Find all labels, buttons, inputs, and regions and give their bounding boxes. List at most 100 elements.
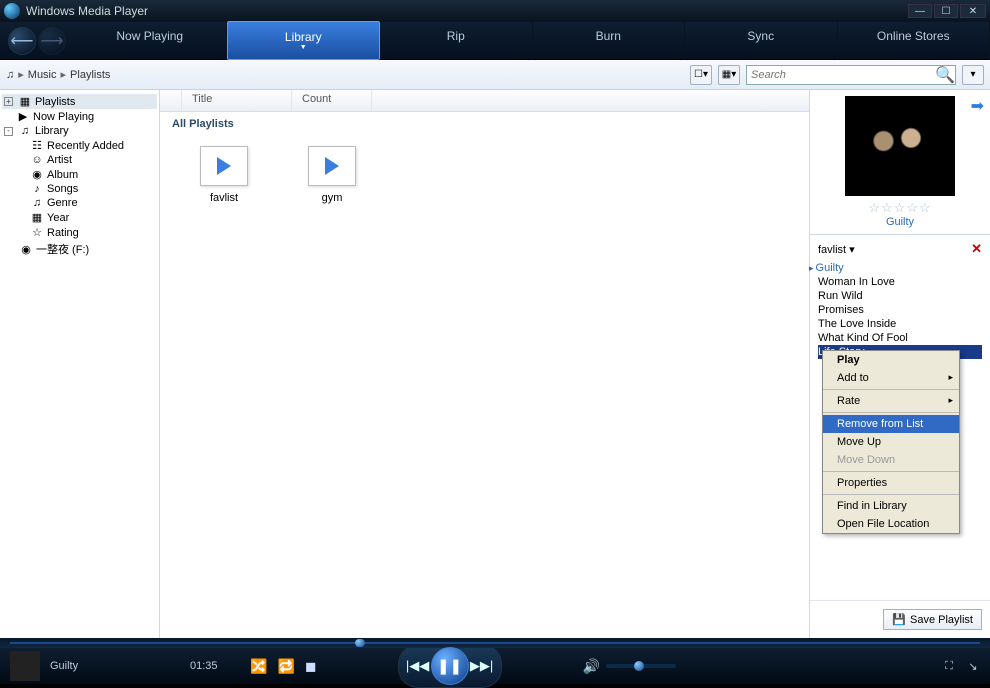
track-item[interactable]: The Love Inside: [818, 317, 982, 331]
maximize-button[interactable]: ☐: [934, 4, 958, 18]
breadcrumb[interactable]: ♫ ▸ Music ▸ Playlists: [6, 68, 110, 81]
repeat-button[interactable]: 🔁: [277, 658, 294, 675]
menu-properties[interactable]: Properties: [823, 474, 959, 492]
sidebar-item-artist[interactable]: ☺Artist: [2, 153, 157, 167]
menu-play[interactable]: Play: [823, 351, 959, 369]
tab-burn[interactable]: Burn: [533, 21, 686, 60]
play-pause-button[interactable]: ❚❚: [431, 647, 469, 685]
layout-button[interactable]: ☐▾: [690, 65, 712, 85]
volume-thumb[interactable]: [634, 661, 644, 671]
seek-thumb[interactable]: [355, 639, 365, 647]
sidebar-item-label: Recently Added: [47, 140, 124, 152]
rating-stars[interactable]: ☆☆☆☆☆: [816, 200, 984, 216]
tree-icon: ♫: [18, 125, 32, 137]
sidebar-item-label: Now Playing: [33, 111, 94, 123]
sidebar-item-genre[interactable]: ♫Genre: [2, 196, 157, 210]
column-title[interactable]: Title: [182, 90, 292, 111]
sidebar-item-year[interactable]: ▦Year: [2, 210, 157, 225]
search-icon[interactable]: 🔍: [935, 65, 955, 85]
sidebar-item-rating[interactable]: ☆Rating: [2, 225, 157, 240]
column-headers: Title Count: [160, 90, 809, 112]
sidebar-item--f-[interactable]: ◉一整夜 (F:): [2, 240, 157, 258]
sidebar-item-now-playing[interactable]: ▶Now Playing: [2, 109, 157, 124]
sidebar-item-label: Playlists: [35, 96, 75, 108]
menu-find-in-library[interactable]: Find in Library: [823, 497, 959, 515]
sidebar-item-songs[interactable]: ♪Songs: [2, 182, 157, 196]
menu-remove-from-list[interactable]: Remove from List: [823, 415, 959, 433]
menu-open-file-location[interactable]: Open File Location: [823, 515, 959, 533]
shuffle-button[interactable]: 🔀: [250, 658, 267, 675]
menu-add-to[interactable]: Add to: [823, 369, 959, 387]
sidebar-item-library[interactable]: -♫Library: [2, 124, 157, 138]
sidebar-item-recently-added[interactable]: ☷Recently Added: [2, 138, 157, 153]
close-button[interactable]: ✕: [960, 4, 986, 18]
track-item[interactable]: Promises: [818, 303, 982, 317]
chevron-right-icon: ▸: [18, 68, 24, 81]
save-playlist-label: Save Playlist: [910, 614, 973, 626]
navbar: ⟵ ⟶ Now PlayingLibrary▼RipBurnSyncOnline…: [0, 22, 990, 60]
clear-playlist-icon[interactable]: ✕: [971, 241, 982, 257]
minimize-button[interactable]: —: [908, 4, 932, 18]
save-icon: 💾: [892, 613, 906, 626]
previous-button[interactable]: |◀◀: [403, 653, 433, 679]
playlist-name[interactable]: favlist ▾: [818, 243, 855, 256]
menu-move-up[interactable]: Move Up: [823, 433, 959, 451]
expand-arrow-icon[interactable]: ➡: [971, 96, 984, 116]
fullscreen-button[interactable]: ⛶: [942, 660, 956, 673]
back-button[interactable]: ⟵: [8, 27, 36, 55]
tab-sync[interactable]: Sync: [685, 21, 838, 60]
now-playing-title: Guilty: [50, 660, 180, 672]
chevron-right-icon: ▸: [61, 68, 67, 81]
expander-icon[interactable]: -: [4, 127, 13, 136]
mute-button[interactable]: 🔊: [583, 658, 600, 675]
seek-bar[interactable]: [0, 638, 990, 648]
app-title: Windows Media Player: [26, 4, 148, 18]
track-item[interactable]: What Kind Of Fool: [818, 331, 982, 345]
now-playing-art[interactable]: [10, 651, 40, 681]
next-button[interactable]: ▶▶|: [467, 653, 497, 679]
playlist-icon: [200, 146, 248, 186]
sidebar-item-album[interactable]: ◉Album: [2, 167, 157, 182]
column-count[interactable]: Count: [292, 90, 372, 111]
album-art[interactable]: [845, 96, 955, 196]
track-item[interactable]: Run Wild: [818, 289, 982, 303]
menu-rate[interactable]: Rate: [823, 392, 959, 410]
sidebar-item-label: 一整夜 (F:): [36, 241, 89, 257]
sidebar-item-playlists[interactable]: +▦Playlists: [2, 94, 157, 109]
sidebar-item-label: Genre: [47, 197, 78, 209]
breadcrumb-part[interactable]: Music: [28, 69, 57, 81]
search-input[interactable]: [747, 69, 935, 81]
tree-icon: ▦: [30, 211, 44, 224]
tab-now-playing[interactable]: Now Playing: [74, 21, 227, 60]
context-menu: PlayAdd to Rate Remove from ListMove UpMov…: [822, 350, 960, 534]
tree-icon: ☆: [30, 226, 44, 239]
track-item[interactable]: Woman In Love: [818, 275, 982, 289]
save-playlist-button[interactable]: 💾 Save Playlist: [883, 609, 982, 630]
tab-online-stores[interactable]: Online Stores: [838, 21, 990, 60]
tree-icon: ◉: [19, 243, 33, 256]
titlebar: Windows Media Player — ☐ ✕: [0, 0, 990, 22]
search-dropdown[interactable]: ▾: [962, 65, 984, 85]
music-icon: ♫: [6, 69, 14, 81]
track-item[interactable]: Guilty: [818, 261, 982, 275]
tree-icon: ▶: [16, 110, 30, 123]
tab-library[interactable]: Library▼: [227, 21, 381, 60]
forward-button[interactable]: ⟶: [38, 27, 66, 55]
search-box: 🔍: [746, 65, 956, 85]
nav-tabs: Now PlayingLibrary▼RipBurnSyncOnline Sto…: [74, 21, 990, 60]
view-options-button[interactable]: ▦▾: [718, 65, 740, 85]
sidebar-item-label: Artist: [47, 154, 72, 166]
breadcrumb-part[interactable]: Playlists: [70, 69, 110, 81]
sidebar: +▦Playlists▶Now Playing-♫Library☷Recentl…: [0, 90, 160, 638]
content-area: Title Count All Playlists favlistgym: [160, 90, 810, 638]
sidebar-item-label: Songs: [47, 183, 78, 195]
stop-button[interactable]: ◼: [305, 658, 317, 675]
tab-rip[interactable]: Rip: [380, 21, 533, 60]
compact-mode-button[interactable]: ↘: [966, 660, 980, 673]
menu-move-down: Move Down: [823, 451, 959, 469]
album-title[interactable]: Guilty: [816, 216, 984, 228]
volume-slider[interactable]: [606, 664, 676, 668]
expander-icon[interactable]: +: [4, 97, 13, 106]
playlist-gym[interactable]: gym: [308, 146, 356, 204]
playlist-favlist[interactable]: favlist: [200, 146, 248, 204]
